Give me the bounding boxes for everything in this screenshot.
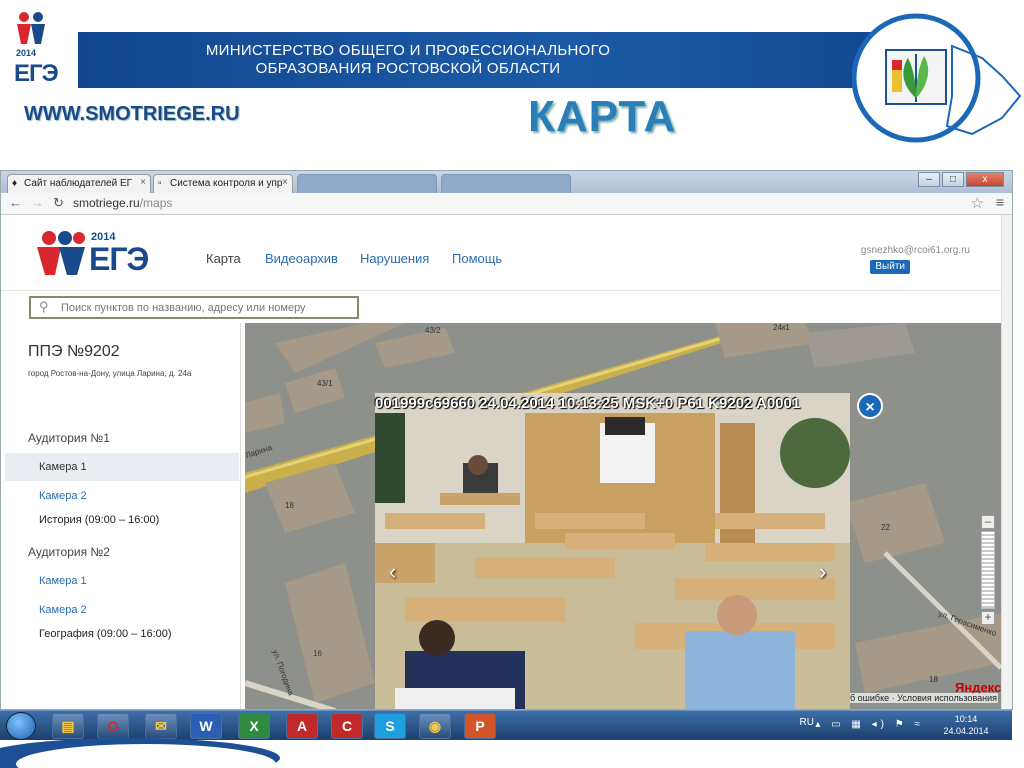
address-bar: ← → ↻ smotriege.ru/maps ☆ ≡ xyxy=(1,193,1012,215)
tray-icons[interactable]: ▴ ▭ ▦ ◂) ⚑ ≈ xyxy=(815,719,924,730)
room-1-title[interactable]: Аудитория №1 xyxy=(28,431,110,445)
tab-label: Система контроля и упр xyxy=(170,178,283,189)
windows-taskbar: ▤ O ✉ W X A C S ◉ P RU ▴ ▭ ▦ ◂) ⚑ ≈ 10:1… xyxy=(0,710,1012,740)
tab-control-system[interactable]: ▫ Система контроля и упр × xyxy=(153,174,293,193)
ppe-title: ППЭ №9202 xyxy=(28,343,120,360)
tab-label: Сайт наблюдателей ЕГ xyxy=(24,178,133,189)
room-2-title[interactable]: Аудитория №2 xyxy=(28,545,110,559)
explorer-icon[interactable]: ▤ xyxy=(52,713,84,739)
url-field[interactable]: smotriege.ru/maps xyxy=(73,196,172,210)
ministry-line-1: МИНИСТЕРСТВО ОБЩЕГО И ПРОФЕССИОНАЛЬНОГО xyxy=(205,42,611,59)
site-header: 2014 ЕГЭ Карта Видеоархив Нарушения Помо… xyxy=(1,215,1012,291)
map-label: 43/2 xyxy=(425,326,441,335)
search-box[interactable]: ⚲ xyxy=(29,296,359,319)
room-2-schedule: География (09:00 – 16:00) xyxy=(39,628,172,640)
page-scrollbar[interactable] xyxy=(1001,215,1012,709)
clock-date: 24.04.2014 xyxy=(943,726,989,736)
ege-logo-year: 2014 xyxy=(16,48,37,58)
browser-window: ♦ Сайт наблюдателей ЕГ × ▫ Система контр… xyxy=(0,170,1013,710)
nav-help[interactable]: Помощь xyxy=(452,251,502,266)
skype-icon[interactable]: S xyxy=(374,713,406,739)
map-label: 18 xyxy=(285,501,294,510)
language-indicator[interactable]: RU xyxy=(800,717,814,728)
user-email: gsnezhko@rcoi61.org.ru xyxy=(860,245,970,256)
tab-bar: ♦ Сайт наблюдателей ЕГ × ▫ Система контр… xyxy=(1,171,1012,193)
nav-video-archive[interactable]: Видеоархив xyxy=(265,251,338,266)
tab-smotriege[interactable]: ♦ Сайт наблюдателей ЕГ × xyxy=(7,174,151,193)
tab-blurred[interactable] xyxy=(441,174,571,193)
map-label: 18 xyxy=(929,675,938,684)
camera-video-frame[interactable] xyxy=(375,393,850,709)
video-prev-arrow-icon[interactable]: ‹ xyxy=(389,559,396,585)
slide-footer-decoration xyxy=(0,738,1024,768)
ege-logo-text: ЕГЭ xyxy=(14,60,59,87)
room-1-camera-2[interactable]: Камера 2 xyxy=(39,490,87,502)
room-2-camera-1[interactable]: Камера 1 xyxy=(39,575,87,587)
zoom-slider[interactable] xyxy=(981,531,995,609)
word-icon[interactable]: W xyxy=(190,713,222,739)
clock[interactable]: 10:14 24.04.2014 xyxy=(936,713,996,737)
ppe-address: город Ростов-на-Дону, улица Ларина, д. 2… xyxy=(28,369,192,378)
back-arrow-icon[interactable]: ← xyxy=(9,195,22,210)
video-overlay-timestamp: 001999c69660 24.04.2014 10:13:25 MSK+0 P… xyxy=(375,395,801,412)
map-label: 22 xyxy=(881,523,890,532)
browser-menu-icon[interactable]: ≡ xyxy=(996,194,1004,210)
opera-icon[interactable]: O xyxy=(97,713,129,739)
site-logo-text: ЕГЭ xyxy=(89,241,149,277)
zoom-out-button[interactable]: – xyxy=(981,515,995,529)
ministry-name: МИНИСТЕРСТВО ОБЩЕГО И ПРОФЕССИОНАЛЬНОГО … xyxy=(178,42,638,78)
chrome-icon[interactable]: ◉ xyxy=(419,713,451,739)
site-logo[interactable]: 2014 ЕГЭ xyxy=(35,229,165,281)
ministry-banner: МИНИСТЕРСТВО ОБЩЕГО И ПРОФЕССИОНАЛЬНОГО … xyxy=(78,32,898,88)
outlook-icon[interactable]: ✉ xyxy=(145,713,177,739)
classroom-video-image xyxy=(375,393,850,709)
maximize-button[interactable]: □ xyxy=(942,172,964,187)
excel-icon[interactable]: X xyxy=(238,713,270,739)
video-close-button[interactable]: × xyxy=(857,393,883,419)
reload-icon[interactable]: ↻ xyxy=(53,195,64,211)
presentation-slide: 2014 ЕГЭ МИНИСТЕРСТВО ОБЩЕГО И ПРОФЕССИО… xyxy=(0,0,1024,768)
zoom-in-button[interactable]: + xyxy=(981,611,995,625)
room-2-camera-2[interactable]: Камера 2 xyxy=(39,604,87,616)
search-input[interactable] xyxy=(61,300,351,316)
map-label: 43/1 xyxy=(317,379,333,388)
nav-violations[interactable]: Нарушения xyxy=(360,251,429,266)
ege-logo: 2014 ЕГЭ xyxy=(14,10,66,87)
tab-close-icon[interactable]: × xyxy=(282,177,288,188)
acrobat-icon[interactable]: A xyxy=(286,713,318,739)
page-icon: ▫ xyxy=(158,178,162,189)
ege-logo-figures-icon xyxy=(17,12,45,44)
map-label: 16 xyxy=(313,649,322,658)
room-1-camera-1[interactable]: Камера 1 xyxy=(39,461,87,473)
room-1-schedule: История (09:00 – 16:00) xyxy=(39,514,160,526)
forward-arrow-icon[interactable]: → xyxy=(31,195,44,210)
map-label: 24к1 xyxy=(773,323,790,332)
app-icon[interactable]: C xyxy=(331,713,363,739)
minimize-button[interactable]: – xyxy=(918,172,940,187)
ege-favicon-icon: ♦ xyxy=(12,178,18,189)
powerpoint-icon[interactable]: P xyxy=(464,713,496,739)
map-zoom-control: – + xyxy=(981,515,995,627)
logout-button[interactable]: Выйти xyxy=(870,260,910,274)
start-button[interactable] xyxy=(6,712,36,740)
window-controls: – □ x xyxy=(918,172,1004,187)
window-close-button[interactable]: x xyxy=(966,172,1004,187)
tab-close-icon[interactable]: × xyxy=(140,177,146,188)
url-path: /maps xyxy=(139,196,173,210)
slide-title: КАРТА xyxy=(528,92,677,141)
search-icon: ⚲ xyxy=(39,299,49,314)
nav-map[interactable]: Карта xyxy=(206,251,241,266)
site-url-caption: WWW.SMOTRIEGE.RU xyxy=(24,103,240,125)
map-terms-link[interactable]: б ошибке · Условия использования xyxy=(849,693,998,703)
ege-logo-figures-icon xyxy=(37,231,85,275)
region-emblem-icon xyxy=(851,6,1024,146)
video-next-arrow-icon[interactable]: › xyxy=(819,559,826,585)
clock-time: 10:14 xyxy=(954,714,978,724)
bookmark-star-icon[interactable]: ☆ xyxy=(971,194,984,212)
url-host: smotriege.ru xyxy=(73,196,140,210)
ministry-line-2: ОБРАЗОВАНИЯ РОСТОВСКОЙ ОБЛАСТИ xyxy=(255,60,561,77)
ppe-sidebar: ППЭ №9202 город Ростов-на-Дону, улица Ла… xyxy=(1,323,241,709)
tab-blurred[interactable] xyxy=(297,174,437,193)
